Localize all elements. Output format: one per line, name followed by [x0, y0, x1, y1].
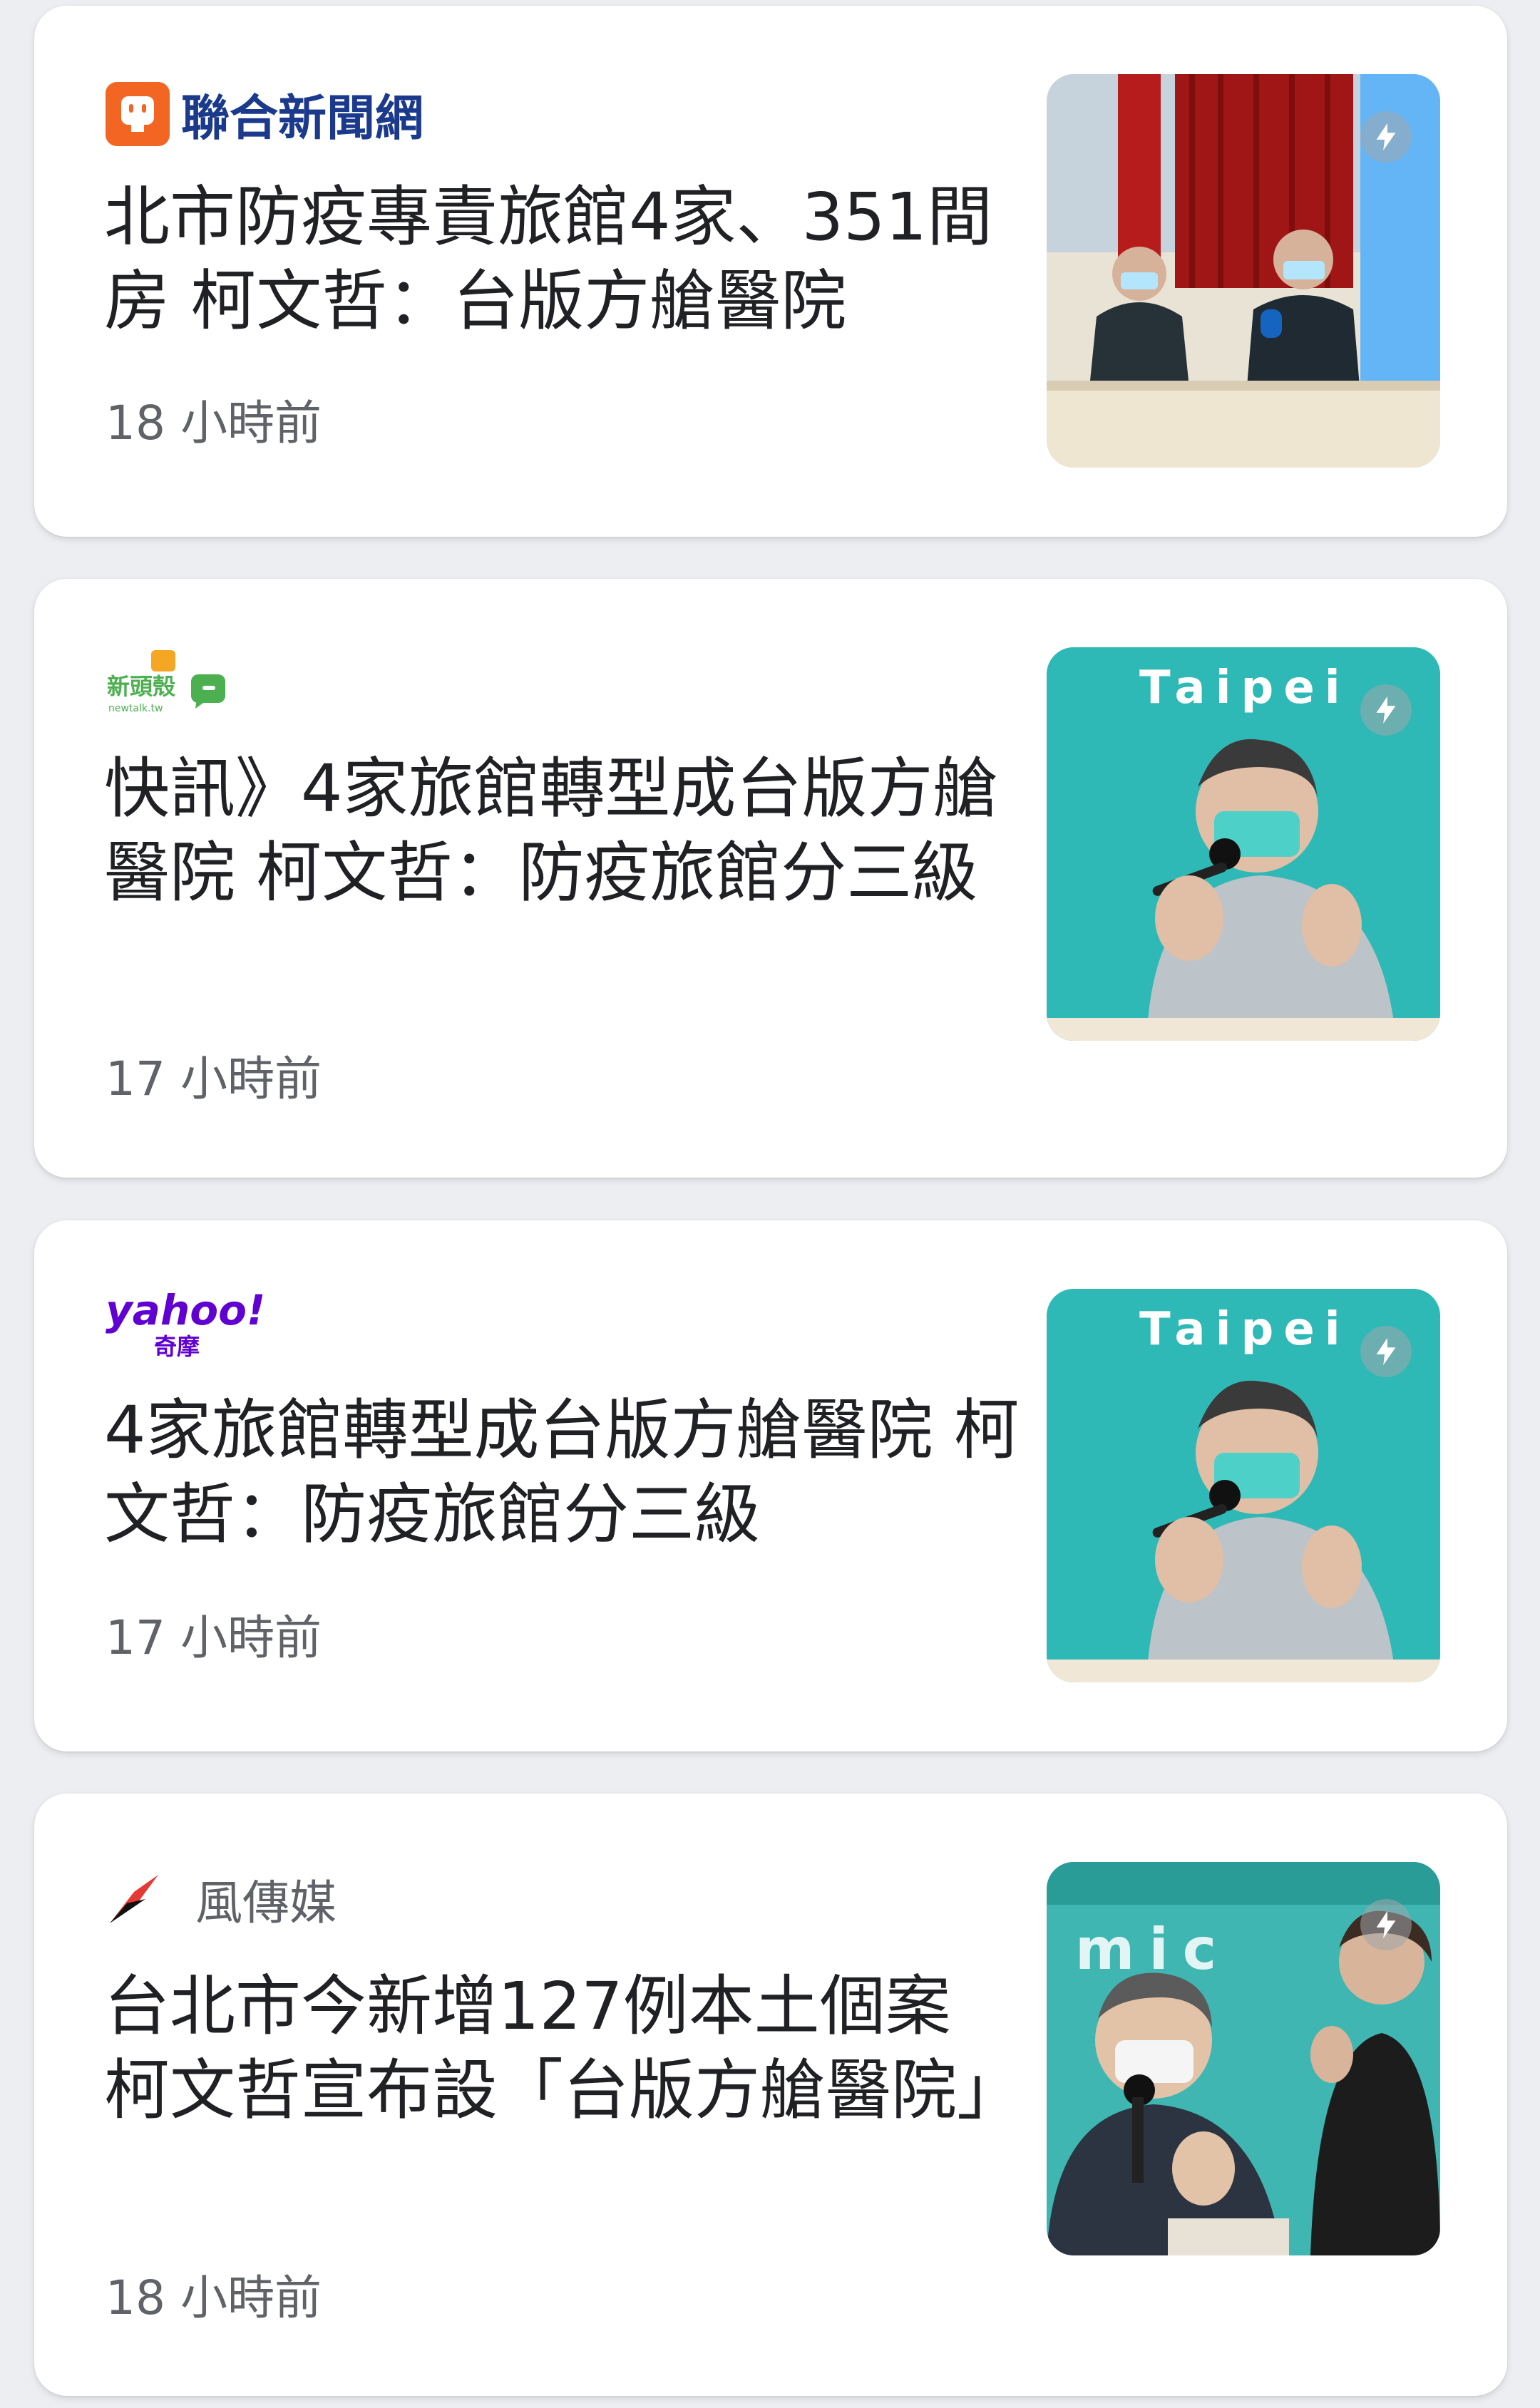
newtalk-logo-sub: newtalk.tw — [108, 703, 163, 714]
news-card[interactable]: 風傳媒 台北市今新增127例本土個案 柯文哲宣布設「台版方艙醫院」 18 小時前… — [34, 1794, 1507, 2396]
article-thumbnail[interactable]: mic — [1047, 1862, 1440, 2255]
news-card[interactable]: 聯合新聞網 北市防疫專責旅館4家、351間房 柯文哲：台版方艙醫院 18 小時前 — [34, 6, 1507, 537]
thumbnail-backdrop-text: Taipei — [1139, 1303, 1350, 1356]
article-thumbnail[interactable] — [1047, 74, 1440, 468]
source-name: 風傳媒 — [195, 1876, 337, 1930]
yahoo-logo-text: yahoo! — [106, 1289, 262, 1334]
amp-lightning-icon — [1360, 1899, 1412, 1950]
article-time: 18 小時前 — [106, 2270, 322, 2325]
newtalk-logo-text: 新頭殼 — [107, 673, 176, 700]
amp-lightning-icon — [1360, 1326, 1412, 1377]
amp-lightning-icon — [1360, 111, 1412, 163]
source-row: yahoo! 奇摩 — [106, 1289, 262, 1360]
source-row: 聯合新聞網 — [106, 78, 423, 149]
newtalk-logo-icon: 新頭殼 newtalk.tw — [107, 650, 225, 714]
thumbnail-backdrop-text: Taipei — [1139, 662, 1350, 714]
source-row: 新頭殼 newtalk.tw — [106, 647, 227, 719]
source-name: 聯合新聞網 — [181, 91, 424, 147]
article-headline[interactable]: 4家旅館轉型成台版方艙醫院 柯文哲：防疫旅館分三級 — [104, 1389, 1024, 1557]
article-headline[interactable]: 台北市今新增127例本土個案 柯文哲宣布設「台版方艙醫院」 — [104, 1965, 1024, 2133]
yahoo-logo-sub: 奇摩 — [154, 1333, 200, 1360]
udn-logo-icon — [106, 81, 170, 146]
article-time: 17 小時前 — [106, 1051, 322, 1106]
article-headline[interactable]: 快訊》4家旅館轉型成台版方艙醫院 柯文哲：防疫旅館分三級 — [104, 747, 1024, 915]
article-time: 17 小時前 — [106, 1610, 322, 1665]
news-card[interactable]: 新頭殼 newtalk.tw 快訊》4家旅館轉型成台版方艙醫院 柯文哲：防疫旅館… — [34, 579, 1507, 1178]
yahoo-logo-icon: yahoo! 奇摩 — [106, 1289, 262, 1360]
source-row: 風傳媒 — [106, 1865, 337, 1933]
storm-media-logo-icon — [110, 1875, 158, 1923]
news-card[interactable]: yahoo! 奇摩 4家旅館轉型成台版方艙醫院 柯文哲：防疫旅館分三級 17 小… — [34, 1220, 1507, 1751]
article-thumbnail[interactable]: Taipei — [1047, 647, 1440, 1041]
article-time: 18 小時前 — [106, 396, 322, 451]
article-thumbnail[interactable]: Taipei — [1047, 1289, 1440, 1682]
amp-lightning-icon — [1360, 684, 1412, 736]
article-headline[interactable]: 北市防疫專責旅館4家、351間房 柯文哲：台版方艙醫院 — [104, 175, 1024, 344]
thumbnail-backdrop-text: mic — [1075, 1916, 1231, 1982]
